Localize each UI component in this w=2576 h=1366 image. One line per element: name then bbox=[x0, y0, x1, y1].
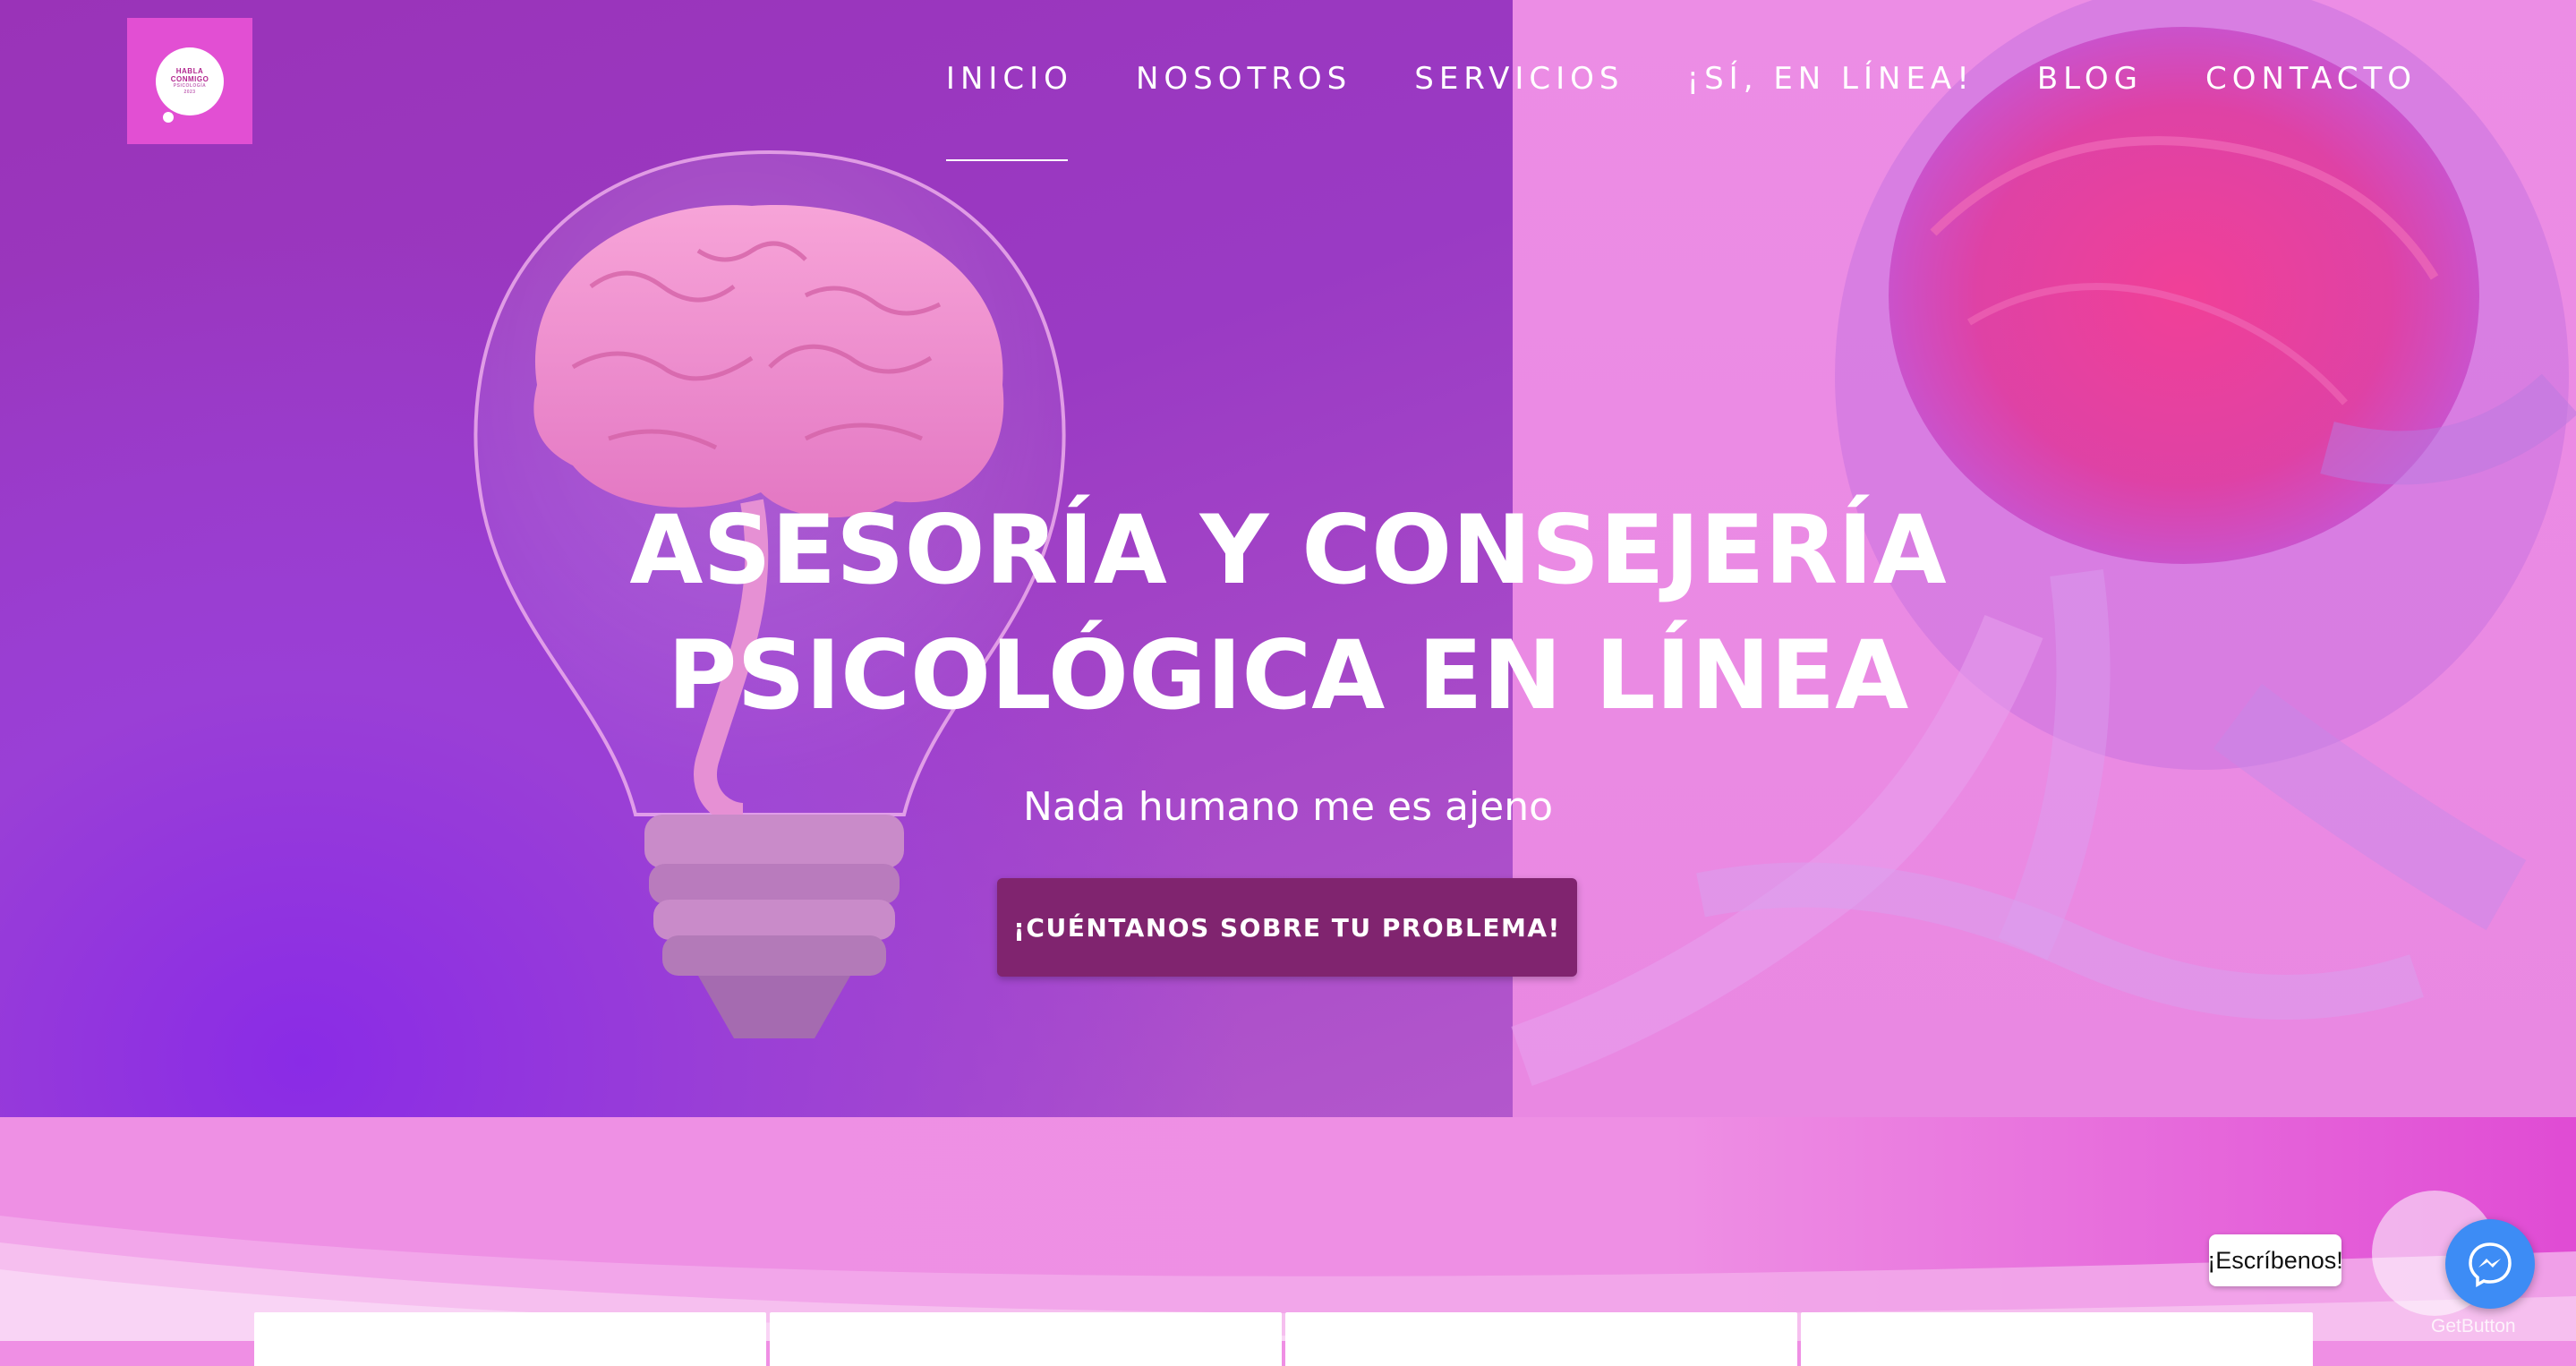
site-logo[interactable]: HABLA CONMIGO PSICOLOGÍA 2023 bbox=[127, 18, 252, 144]
getbutton-brand[interactable]: GetButton bbox=[2431, 1316, 2516, 1337]
messenger-button[interactable] bbox=[2445, 1219, 2535, 1309]
logo-text-line2: CONMIGO bbox=[170, 74, 209, 83]
nav-item-blog[interactable]: BLOG bbox=[2037, 61, 2143, 97]
nav-item-nosotros[interactable]: NOSOTROS bbox=[1136, 61, 1352, 97]
hero-subtitle: Nada humano me es ajeno bbox=[1022, 784, 1554, 830]
service-cards bbox=[254, 1312, 2316, 1366]
hero-section: HABLA CONMIGO PSICOLOGÍA 2023 INICIO NOS… bbox=[0, 0, 2576, 1117]
service-card[interactable] bbox=[1285, 1312, 1797, 1366]
logo-text-line4: 2023 bbox=[183, 89, 196, 95]
logo-speech-bubble-icon: HABLA CONMIGO PSICOLOGÍA 2023 bbox=[156, 47, 224, 123]
logo-text-line3: PSICOLOGÍA bbox=[173, 82, 207, 89]
nav-item-inicio[interactable]: INICIO bbox=[945, 61, 1073, 161]
service-card[interactable] bbox=[770, 1312, 1282, 1366]
nav-item-en-linea[interactable]: ¡SÍ, EN LÍNEA! bbox=[1686, 61, 1974, 97]
nav-item-servicios[interactable]: SERVICIOS bbox=[1414, 61, 1624, 97]
hero-title: ASESORÍA Y CONSEJERÍA PSICOLÓGICA EN LÍN… bbox=[629, 495, 1947, 730]
section-wave-divider bbox=[0, 1117, 2576, 1341]
logo-text-line1: HABLA bbox=[175, 66, 204, 75]
service-card[interactable] bbox=[254, 1312, 766, 1366]
nav-item-contacto[interactable]: CONTACTO bbox=[2205, 61, 2417, 97]
messenger-icon bbox=[2469, 1242, 2512, 1287]
cta-button[interactable]: ¡CUÉNTANOS SOBRE TU PROBLEMA! bbox=[997, 878, 1577, 977]
main-navigation: INICIO NOSOTROS SERVICIOS ¡SÍ, EN LÍNEA!… bbox=[883, 61, 2417, 161]
service-card[interactable] bbox=[1801, 1312, 2313, 1366]
chat-label[interactable]: ¡Escríbenos! bbox=[2207, 1234, 2343, 1286]
